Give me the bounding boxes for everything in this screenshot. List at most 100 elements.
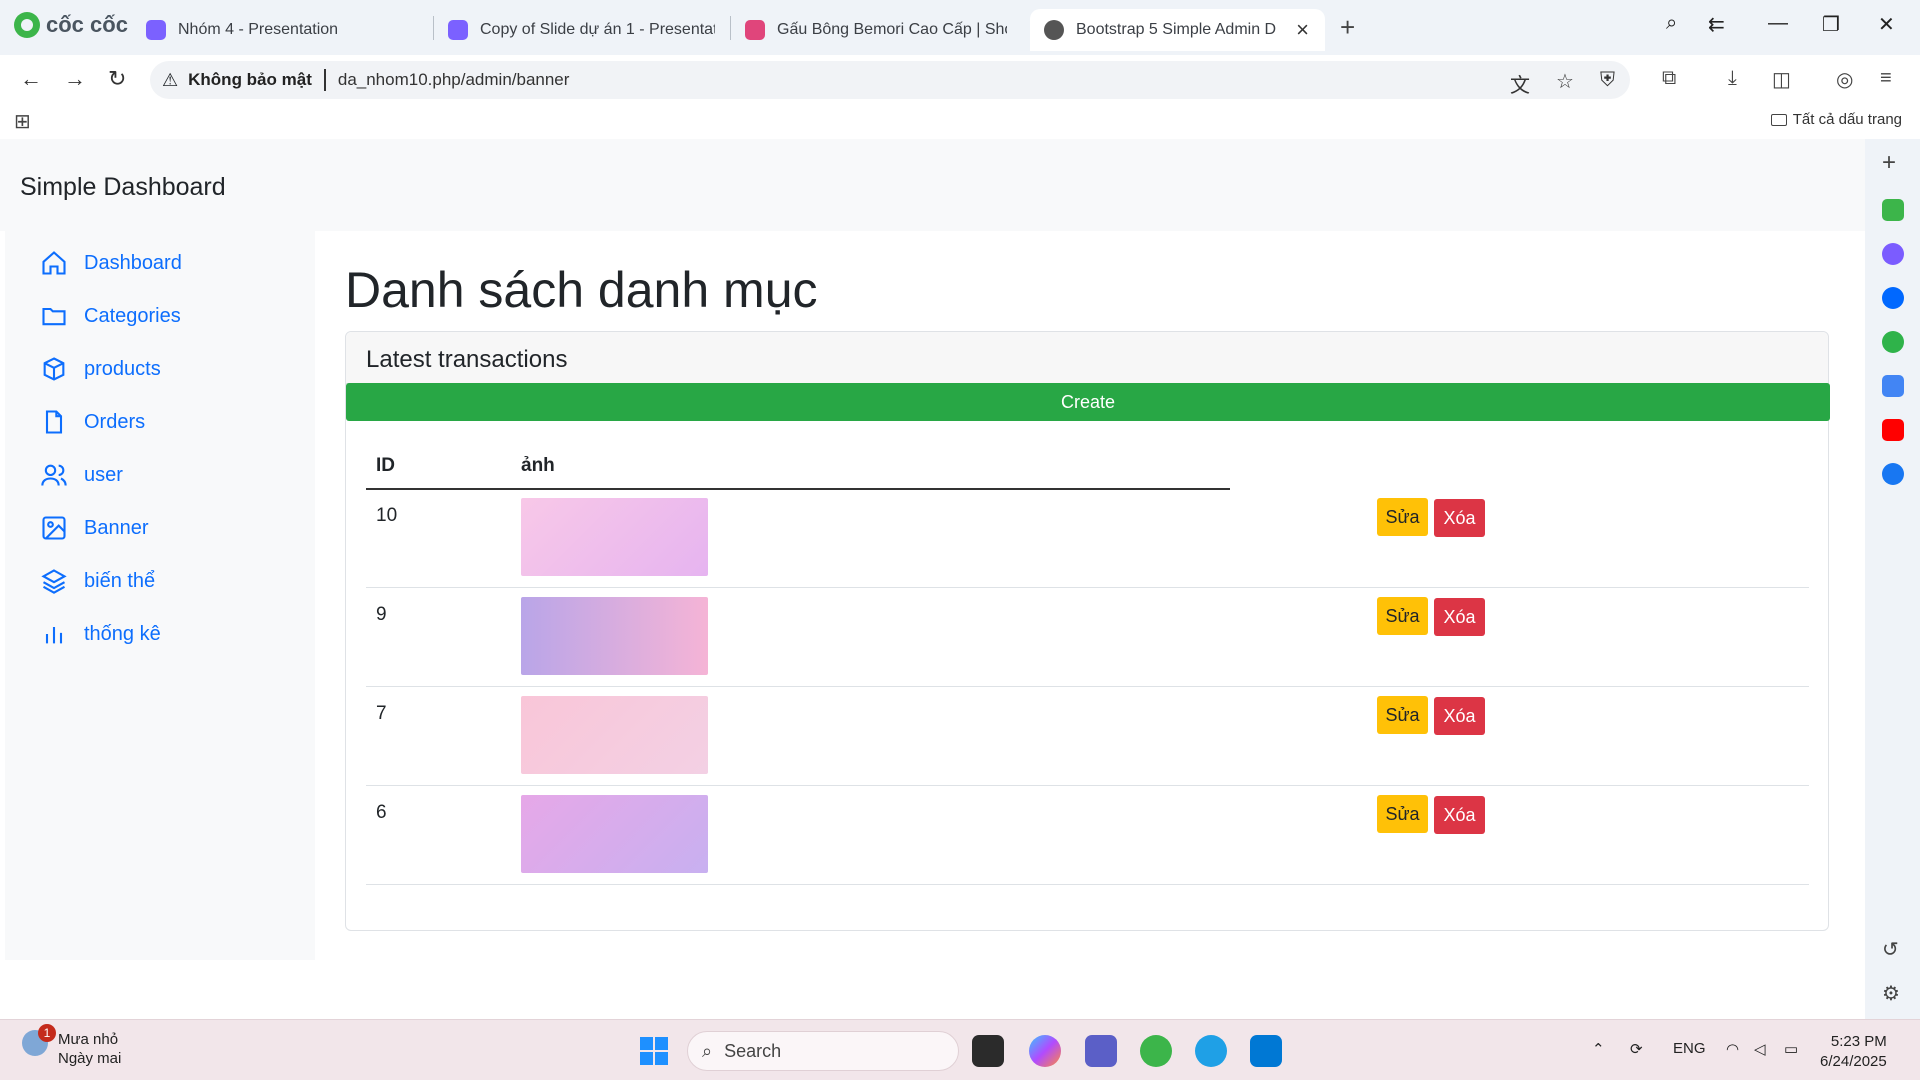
sidebar-item-label: thống kê — [84, 622, 161, 645]
home-icon — [42, 251, 66, 275]
messenger-icon[interactable] — [1882, 243, 1904, 265]
all-bookmarks-button[interactable]: Tất cả dấu trang — [1770, 111, 1902, 128]
sidebar-item-banner[interactable]: Banner — [40, 508, 149, 548]
sidebar-item-user[interactable]: user — [40, 455, 123, 495]
sidebar-item-label: Categories — [84, 304, 181, 327]
shop-calendar-icon — [745, 20, 765, 40]
shield-adblock-icon[interactable]: ⛨ — [1600, 69, 1615, 92]
tab-search-icon[interactable]: ⌕ — [1666, 12, 1677, 35]
notification-badge: 1 — [38, 1024, 56, 1042]
sidebar-item-orders[interactable]: Orders — [40, 402, 145, 442]
google-translate-icon[interactable] — [1882, 375, 1904, 397]
omnibox[interactable]: ⚠ Không bảo mật da_nhom10.php/admin/bann… — [150, 61, 1630, 99]
minimize-button[interactable]: — — [1768, 12, 1788, 35]
apps-grid-icon[interactable]: ⊞ — [14, 109, 31, 134]
banner-thumbnail — [521, 696, 708, 774]
globe-icon — [1044, 20, 1064, 40]
table-row: 6 Sửa Xóa — [366, 786, 1809, 885]
tab-title: Bootstrap 5 Simple Admin D — [1076, 21, 1277, 38]
teams-icon[interactable] — [1085, 1035, 1117, 1067]
close-window-button[interactable]: ✕ — [1878, 12, 1895, 37]
edit-button[interactable]: Sửa — [1377, 597, 1428, 635]
settings-gear-icon[interactable]: ⚙ — [1882, 981, 1904, 1005]
history-icon[interactable]: ↺ — [1882, 937, 1904, 961]
ai-assistant-icon[interactable] — [1882, 199, 1904, 221]
restore-button[interactable]: ❐ — [1822, 12, 1840, 37]
rain-umbrella-icon: 1 — [22, 1024, 56, 1056]
warning-icon[interactable]: ⚠ — [162, 70, 178, 91]
security-label[interactable]: Không bảo mật — [188, 70, 312, 90]
sidebar-item-dashboard[interactable]: Dashboard — [40, 243, 182, 283]
create-button[interactable]: Create — [346, 383, 1830, 421]
coccoc-taskbar-icon[interactable] — [1140, 1035, 1172, 1067]
column-header-image: ảnh — [521, 455, 555, 476]
new-tab-button[interactable]: + — [1340, 12, 1355, 43]
star-bookmark-icon[interactable]: ☆ — [1556, 69, 1574, 94]
facebook-icon[interactable] — [1882, 463, 1904, 485]
weather-text: Mưa nhỏ Ngày mai — [58, 1030, 121, 1068]
delete-button[interactable]: Xóa — [1434, 796, 1485, 834]
url-text[interactable]: da_nhom10.php/admin/banner — [338, 70, 570, 90]
reload-icon[interactable]: ↻ — [108, 66, 126, 92]
weather-widget[interactable]: 1 Mưa nhỏ Ngày mai — [22, 1024, 121, 1068]
volume-icon[interactable]: ◁ — [1754, 1040, 1766, 1058]
edit-button[interactable]: Sửa — [1377, 498, 1428, 536]
wifi-icon[interactable]: ◠ — [1726, 1040, 1739, 1058]
close-tab-icon[interactable]: × — [1296, 17, 1309, 43]
clock[interactable]: 5:23 PM 6/24/2025 — [1820, 1032, 1887, 1072]
back-history-icon[interactable]: ⇇ — [1708, 12, 1725, 37]
split-view-icon[interactable]: ◫ — [1772, 67, 1791, 92]
tab-admin-active[interactable]: Bootstrap 5 Simple Admin D × — [1030, 9, 1325, 51]
sidebar-item-categories[interactable]: Categories — [40, 296, 181, 336]
tab-presentation-2[interactable]: Copy of Slide dự án 1 - Presentati — [434, 9, 729, 51]
delete-button[interactable]: Xóa — [1434, 499, 1485, 537]
delete-button[interactable]: Xóa — [1434, 598, 1485, 636]
sidebar-item-label: Dashboard — [84, 251, 182, 274]
row-id: 6 — [376, 802, 387, 823]
tray-chevron-icon[interactable]: ⌃ — [1592, 1040, 1605, 1058]
tab-presentation-1[interactable]: Nhóm 4 - Presentation — [132, 9, 432, 51]
zalo-icon[interactable] — [1882, 287, 1904, 309]
download-icon[interactable]: ⤓ — [1728, 67, 1737, 90]
image-icon — [42, 516, 66, 540]
sidebar-item-products[interactable]: products — [40, 349, 161, 389]
navbar-brand[interactable]: Simple Dashboard — [20, 173, 226, 202]
browser-brand-label: cốc cốc — [46, 12, 128, 37]
sync-icon[interactable]: ⟳ — [1630, 1040, 1643, 1058]
youtube-icon[interactable] — [1882, 419, 1904, 441]
forward-arrow-icon[interactable]: → — [64, 66, 86, 92]
add-panel-icon[interactable]: + — [1882, 149, 1904, 176]
omnibox-separator — [323, 69, 326, 91]
coccoc-logo-icon — [14, 12, 40, 38]
table-row: 9 Sửa Xóa — [366, 588, 1809, 687]
sidebar-item-statistics[interactable]: thống kê — [40, 614, 161, 654]
translate-icon[interactable]: 文 — [1510, 69, 1530, 98]
battery-icon[interactable]: ▭ — [1784, 1040, 1798, 1058]
copilot-icon[interactable] — [1029, 1035, 1061, 1067]
vscode-icon[interactable] — [1250, 1035, 1282, 1067]
page-viewport: Simple Dashboard Dashboard Categories pr… — [0, 139, 1865, 1019]
extensions-icon[interactable]: ⧉ — [1662, 67, 1676, 90]
profile-icon[interactable]: ◎ — [1836, 67, 1853, 92]
address-bar-row: ← → ↻ ⚠ Không bảo mật da_nhom10.php/admi… — [0, 55, 1920, 105]
sidebar-item-label: biến thể — [84, 569, 156, 592]
taskbar-search[interactable]: ⌕ Search — [687, 1031, 959, 1071]
bar-chart-icon — [45, 627, 63, 644]
language-indicator[interactable]: ENG — [1673, 1040, 1706, 1057]
task-view-icon[interactable] — [972, 1035, 1004, 1067]
menu-icon[interactable]: ≡ — [1880, 67, 1892, 90]
back-arrow-icon[interactable]: ← — [20, 66, 42, 92]
edit-button[interactable]: Sửa — [1377, 795, 1428, 833]
windows-start-icon[interactable] — [640, 1037, 668, 1065]
banner-table: ID ảnh 10 Sửa Xóa 9 Sửa Xóa 7 Sửa Xóa 6 … — [366, 447, 1809, 885]
delete-button[interactable]: Xóa — [1434, 697, 1485, 735]
sidebar-item-variants[interactable]: biến thể — [40, 561, 155, 601]
search-icon: ⌕ — [702, 1040, 713, 1061]
game-icon[interactable] — [1882, 331, 1904, 353]
browser-brand[interactable]: cốc cốc — [14, 12, 128, 38]
edge-icon[interactable] — [1195, 1035, 1227, 1067]
edit-button[interactable]: Sửa — [1377, 696, 1428, 734]
transactions-card: Latest transactions Create ID ảnh 10 Sửa… — [345, 331, 1830, 931]
banner-thumbnail — [521, 597, 708, 675]
tab-shop[interactable]: Gấu Bông Bemori Cao Cấp | Shop — [731, 9, 1021, 51]
